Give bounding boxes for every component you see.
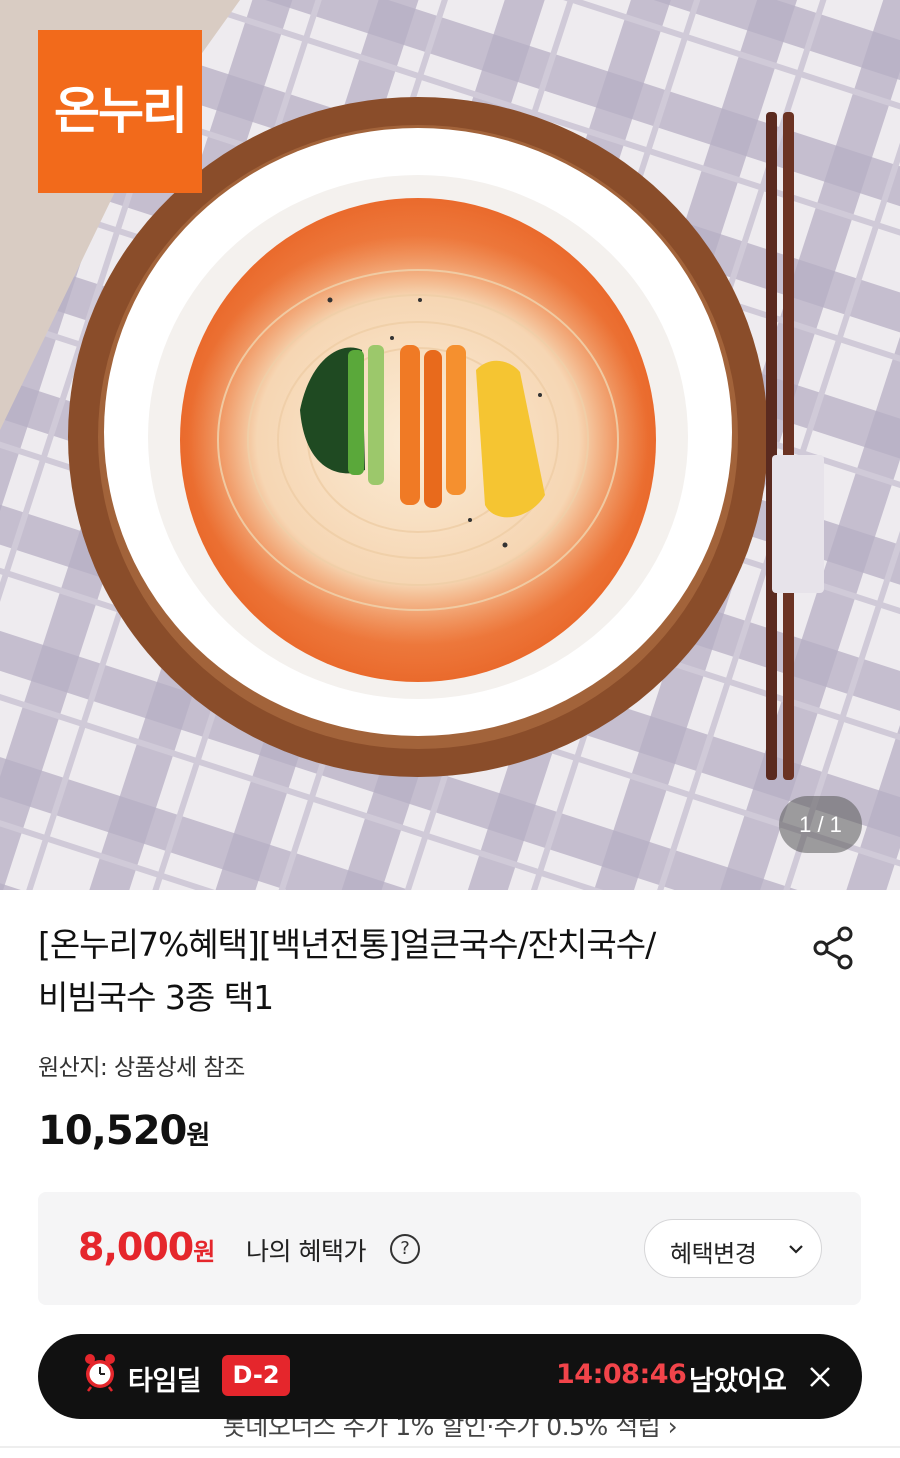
origin-info: 원산지: 상품상세 참조 xyxy=(38,1055,245,1081)
benefit-price-value: 8,000 xyxy=(78,1225,194,1269)
onnuri-logo: 온누리 xyxy=(38,30,202,193)
original-price-unit: 원 xyxy=(186,1121,211,1151)
benefit-label: 나의 혜택가 xyxy=(246,1237,366,1266)
share-icon xyxy=(813,926,853,970)
product-title: [온누리7%혜택][백년전통]얼큰국수/잔치국수/ 비빔국수 3종 택1 xyxy=(38,918,778,1024)
product-title-line2: 비빔국수 3종 택1 xyxy=(38,978,274,1017)
product-image[interactable]: 온누리 1 / 1 xyxy=(0,0,900,890)
close-icon[interactable] xyxy=(808,1365,832,1389)
countdown-timer: 14:08:46 xyxy=(556,1359,687,1390)
change-benefit-label: 혜택변경 xyxy=(670,1240,757,1268)
help-icon[interactable]: ? xyxy=(390,1234,420,1264)
benefit-price-box: 8,000원 나의 혜택가 ? 혜택변경 xyxy=(38,1192,861,1305)
divider xyxy=(0,1446,900,1448)
alarm-clock-icon xyxy=(85,1354,115,1392)
original-price-value: 10,520 xyxy=(38,1108,187,1154)
image-page-counter: 1 / 1 xyxy=(779,796,862,853)
product-title-line1: [온누리7%혜택][백년전통]얼큰국수/잔치국수/ xyxy=(38,925,656,964)
dday-badge: D-2 xyxy=(222,1355,290,1396)
share-button[interactable] xyxy=(810,924,858,972)
original-price: 10,520원 xyxy=(38,1108,210,1154)
remaining-label: 남았어요 xyxy=(689,1366,787,1397)
chevron-down-icon xyxy=(789,1245,803,1254)
bottom-cover xyxy=(0,1440,900,1458)
benefit-price-unit: 원 xyxy=(193,1238,216,1266)
timedeal-bar[interactable]: 타임딜 D-2 14:08:46 남았어요 xyxy=(38,1334,862,1419)
benefit-price: 8,000원 xyxy=(78,1225,215,1269)
change-benefit-button[interactable]: 혜택변경 xyxy=(644,1219,822,1278)
timedeal-label: 타임딜 xyxy=(128,1366,202,1397)
